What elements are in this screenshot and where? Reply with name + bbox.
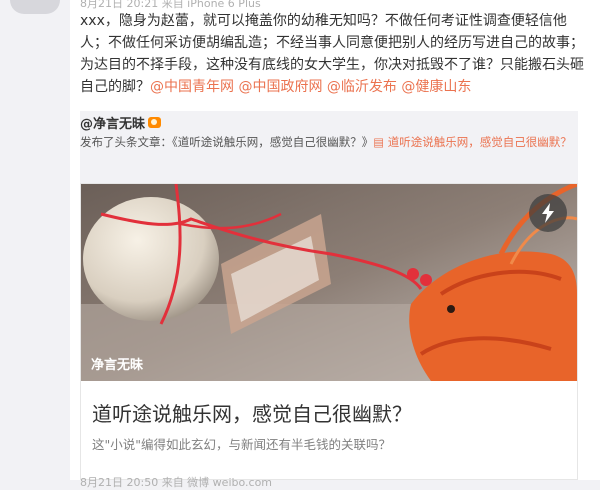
repost-meta: 8月21日 20:50 来自 微博 weibo.com: [80, 476, 273, 489]
cover-illustration: [81, 184, 577, 381]
bolt-glyph: [542, 203, 554, 223]
repost-author-row: @净言无昧: [80, 113, 162, 132]
verified-badge-icon: [148, 117, 162, 128]
post-text: xxx，隐身为赵蕾，就可以掩盖你的幼稚无知吗？不做任何考证性调查便轻信他人；不做…: [80, 10, 585, 98]
mention-link[interactable]: @健康山东: [401, 79, 471, 95]
article-title[interactable]: 道听途说触乐网，感觉自己很幽默？: [92, 398, 412, 427]
article-link-text[interactable]: 道听途说触乐网，感觉自己很幽默？: [388, 135, 572, 149]
reposted-content: @净言无昧 发布了头条文章：《道听途说触乐网，感觉自己很幽默？》▤ 道听途说触乐…: [80, 111, 578, 480]
weibo-post: 8月21日 20:21 来自 iPhone 6 Plus xxx，隐身为赵蕾，就…: [70, 0, 600, 489]
mention-link[interactable]: @中国青年网: [150, 79, 234, 95]
avatar[interactable]: [10, 0, 60, 14]
cover-author-label: 净言无昧: [91, 358, 144, 373]
mention-link[interactable]: @临沂发布: [327, 79, 397, 95]
article-link[interactable]: ▤ 道听途说触乐网，感觉自己很幽默？: [373, 135, 572, 149]
article-icon: ▤: [373, 135, 388, 149]
repost-prefix: 发布了头条文章：《道听途说触乐网，感觉自己很幽默？》: [80, 135, 374, 149]
article-card[interactable]: 净言无昧 道听途说触乐网，感觉自己很幽默？ 这"小说"编得如此玄幻，与新闻还有半…: [80, 183, 578, 480]
article-cover-image[interactable]: 净言无昧: [81, 184, 577, 381]
lightning-icon[interactable]: [529, 194, 567, 232]
repost-description: 发布了头条文章：《道听途说触乐网，感觉自己很幽默？》▤ 道听途说触乐网，感觉自己…: [80, 133, 575, 151]
repost-author-name[interactable]: @净言无昧: [80, 113, 145, 132]
article-summary: 这"小说"编得如此玄幻，与新闻还有半毛钱的关联吗？: [92, 437, 392, 452]
mention-link[interactable]: @中国政府网: [238, 79, 322, 95]
